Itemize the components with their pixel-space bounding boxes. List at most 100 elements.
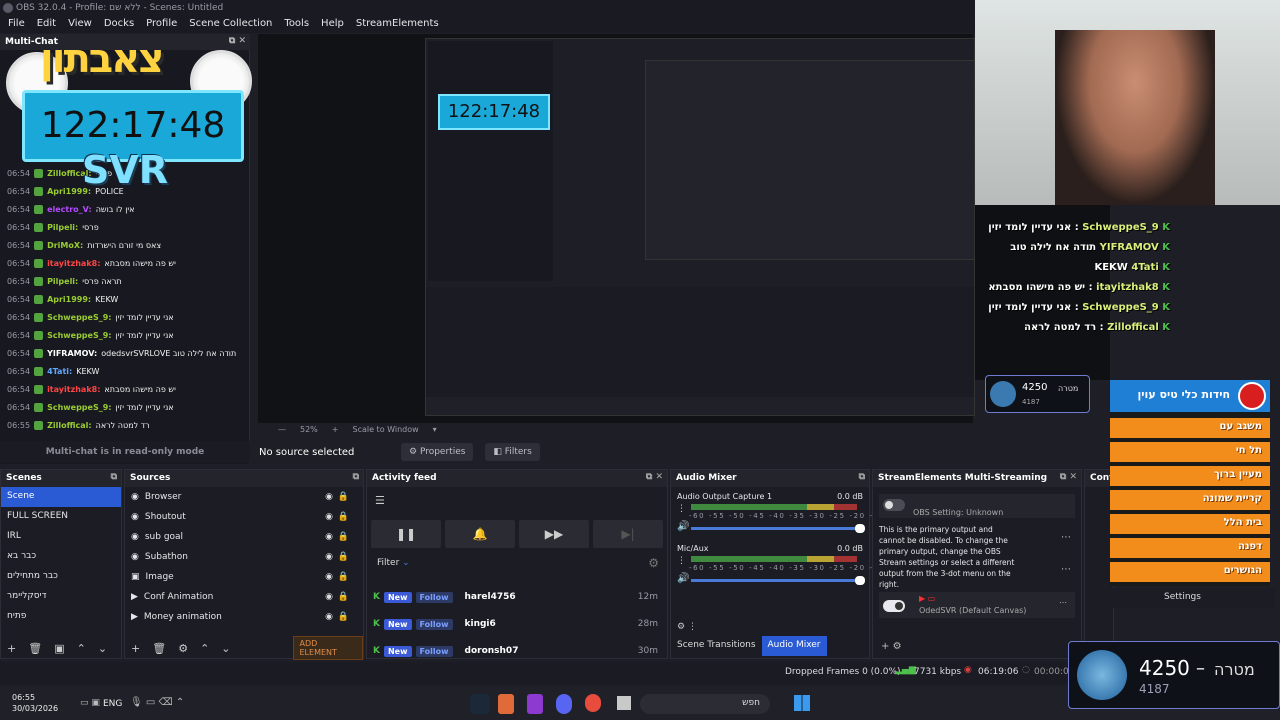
eye-icon[interactable]: ◉ [325,552,333,562]
hamburger-icon[interactable]: ☰ [375,494,385,507]
scene-item[interactable]: IRL [1,527,121,547]
move-down-icon[interactable]: ⌄ [221,642,230,655]
menu-edit[interactable]: Edit [31,16,62,33]
speaker-icon[interactable]: 🔊 [677,573,689,584]
scene-item[interactable]: Scene [1,487,121,507]
eye-icon[interactable]: ◉ [325,532,333,542]
bell-button[interactable]: 🔔 [445,520,515,548]
move-down-icon[interactable]: ⌄ [98,642,107,655]
mic-icon[interactable]: 🎙 ▭ ⌫ ⌃ [130,697,184,708]
add-icon[interactable]: + [7,642,16,655]
menu-streamelements[interactable]: StreamElements [350,16,445,33]
output-toggle[interactable] [883,600,905,612]
volume-slider[interactable] [691,576,865,585]
properties-button[interactable]: ⚙ Properties [401,443,474,461]
eye-icon[interactable]: ◉ [325,512,333,522]
zoom-mode[interactable]: Scale to Window [352,425,418,435]
gear-icon[interactable]: ⚙ [648,556,659,570]
move-up-icon[interactable]: ⌃ [77,642,86,655]
gear-icon[interactable]: ⚙ [178,642,188,655]
chrome-icon[interactable] [585,694,601,712]
copy-icon[interactable]: ▣ [54,642,64,655]
source-item[interactable]: ▣ Image ◉ 🔒 [125,567,363,587]
eye-icon[interactable]: ◉ [325,592,333,602]
filters-button[interactable]: ◧ Filters [485,443,540,461]
trash-icon[interactable]: 🗑 [28,642,42,655]
zoom-plus[interactable]: + [332,425,339,435]
menu-tools[interactable]: Tools [278,16,315,33]
dock-menu-icon[interactable]: ⧉ [353,472,359,482]
more-icon[interactable]: ⋮ [677,556,686,566]
mixer-settings[interactable]: ⚙ ⋮ [677,622,697,632]
tray-icons[interactable]: ▭ ▣ [80,698,100,708]
source-item[interactable]: ◉ sub goal ◉ 🔒 [125,527,363,547]
source-item[interactable]: ▶ Money animation ◉ 🔒 [125,607,363,627]
scene-item[interactable]: כבר מתחילים [1,567,121,587]
source-item[interactable]: ◉ Browser ◉ 🔒 [125,487,363,507]
language-indicator[interactable]: ENG [103,699,122,709]
steam-icon[interactable] [470,694,490,714]
menu-view[interactable]: View [62,16,98,33]
pause-button[interactable]: ❚❚ [371,520,441,548]
add-element-button[interactable]: ADD ELEMENT [292,636,363,660]
skip-end-button[interactable]: ▶| [593,520,663,548]
activity-row[interactable]: K New Follow harel4756 12m [373,588,658,606]
lock-icon[interactable]: 🔒 [338,592,349,602]
dock-controls[interactable]: ⧉ ✕ [646,472,663,482]
menu-scene-collection[interactable]: Scene Collection [183,16,278,33]
source-item[interactable]: ◉ Shoutout ◉ 🔒 [125,507,363,527]
slider-knob[interactable] [855,524,865,533]
trash-icon[interactable]: 🗑 [152,642,166,655]
scene-item[interactable]: פתיח [1,607,121,627]
speaker-icon[interactable]: 🔊 [677,521,689,532]
slider-knob[interactable] [855,576,865,585]
skip-button[interactable]: ▶▶ [519,520,589,548]
dock-controls[interactable]: ⧉ ✕ [1060,472,1077,482]
scene-item[interactable]: כבר בא [1,547,121,567]
dock-menu-icon[interactable]: ⧉ [111,472,117,482]
scene-item[interactable]: דיסקליימר [1,587,121,607]
lock-icon[interactable]: 🔒 [338,612,349,622]
settings-button[interactable]: Settings [1090,588,1275,608]
eye-icon[interactable]: ◉ [325,572,333,582]
eye-icon[interactable]: ◉ [325,492,333,502]
lock-icon[interactable]: 🔒 [338,492,349,502]
scene-item[interactable]: FULL SCREEN [1,507,121,527]
twitch-icon[interactable] [527,694,543,714]
zoom-minus[interactable]: — [278,425,286,435]
windows-start-icon[interactable] [794,695,810,711]
tab-scene-transitions[interactable]: Scene Transitions [671,636,762,656]
tab-audio-mixer[interactable]: Audio Mixer [761,636,827,656]
add-icon[interactable]: + [131,642,140,655]
menu-help[interactable]: Help [315,16,350,33]
files-icon[interactable] [617,696,631,710]
more-icon[interactable]: ⋯ [1061,532,1071,543]
more-icon[interactable]: ⋯ [1061,564,1071,575]
dock-menu-icon[interactable]: ⧉ [859,472,865,482]
menu-file[interactable]: File [2,16,31,33]
search-box[interactable]: חפש [640,694,770,714]
activity-row[interactable]: K New Follow doronsh07 30m [373,642,658,660]
add-icon[interactable]: + [881,641,889,652]
eye-icon[interactable]: ◉ [325,612,333,622]
discord-icon[interactable] [556,694,572,714]
lock-icon[interactable]: 🔒 [338,572,349,582]
lock-icon[interactable]: 🔒 [338,512,349,522]
chevron-down-icon[interactable]: ▾ [433,425,437,435]
dock-controls[interactable]: ⧉ ✕ [229,36,246,46]
app-icon[interactable] [498,694,514,714]
menu-profile[interactable]: Profile [140,16,183,33]
activity-row[interactable]: K New Follow kingi6 28m [373,615,658,633]
move-up-icon[interactable]: ⌃ [200,642,209,655]
volume-slider[interactable] [691,524,865,533]
more-icon[interactable]: ⋯ [1059,598,1067,607]
gear-icon[interactable]: ⚙ [893,641,902,652]
primary-toggle[interactable] [883,499,905,511]
lock-icon[interactable]: 🔒 [338,552,349,562]
lock-icon[interactable]: 🔒 [338,532,349,542]
more-icon[interactable]: ⋮ [677,504,686,514]
source-item[interactable]: ▶ Conf Animation ◉ 🔒 [125,587,363,607]
filter-dropdown[interactable]: Filter ⌄ [377,558,410,568]
source-item[interactable]: ◉ Subathon ◉ 🔒 [125,547,363,567]
menu-docks[interactable]: Docks [98,16,140,33]
